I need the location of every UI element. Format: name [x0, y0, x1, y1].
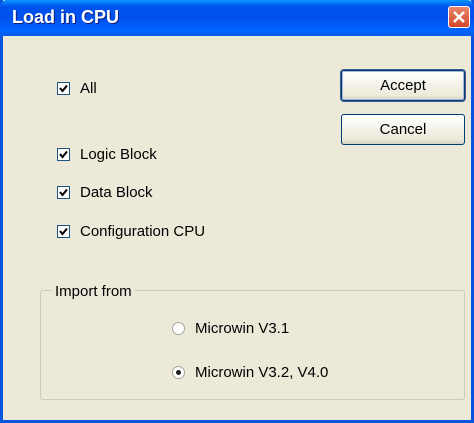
- all-checkbox[interactable]: [57, 82, 70, 95]
- import-from-groupbox: [40, 290, 465, 400]
- microwin-v32-v40-radio[interactable]: [172, 366, 185, 379]
- checkmark-icon: [59, 84, 68, 93]
- cancel-button[interactable]: Cancel: [341, 114, 465, 145]
- close-button[interactable]: [448, 6, 470, 28]
- accept-button[interactable]: Accept: [341, 70, 465, 101]
- checkbox-configuration-cpu[interactable]: Configuration CPU: [57, 223, 205, 240]
- data-block-checkbox[interactable]: [57, 186, 70, 199]
- import-from-title: Import from: [52, 283, 135, 300]
- logic-block-checkbox[interactable]: [57, 148, 70, 161]
- radio-microwin-v32-v40[interactable]: Microwin V3.2, V4.0: [172, 364, 328, 381]
- checkmark-icon: [59, 150, 68, 159]
- title-bar[interactable]: Load in CPU: [0, 0, 474, 36]
- logic-block-label: Logic Block: [80, 146, 157, 163]
- microwin-v31-label: Microwin V3.1: [195, 320, 290, 337]
- window-title: Load in CPU: [12, 7, 119, 27]
- all-label: All: [80, 80, 97, 97]
- checkmark-icon: [59, 188, 68, 197]
- radio-microwin-v31[interactable]: Microwin V3.1: [172, 320, 289, 337]
- radio-selected-dot: [176, 370, 181, 375]
- data-block-label: Data Block: [80, 184, 153, 201]
- checkbox-data-block[interactable]: Data Block: [57, 184, 153, 201]
- configuration-cpu-label: Configuration CPU: [80, 223, 206, 240]
- close-icon: [453, 11, 465, 23]
- microwin-v31-radio[interactable]: [172, 322, 185, 335]
- checkmark-icon: [59, 227, 68, 236]
- configuration-cpu-checkbox[interactable]: [57, 225, 70, 238]
- checkbox-all[interactable]: All: [57, 80, 97, 97]
- checkbox-logic-block[interactable]: Logic Block: [57, 146, 157, 163]
- microwin-v32-v40-label: Microwin V3.2, V4.0: [195, 364, 329, 381]
